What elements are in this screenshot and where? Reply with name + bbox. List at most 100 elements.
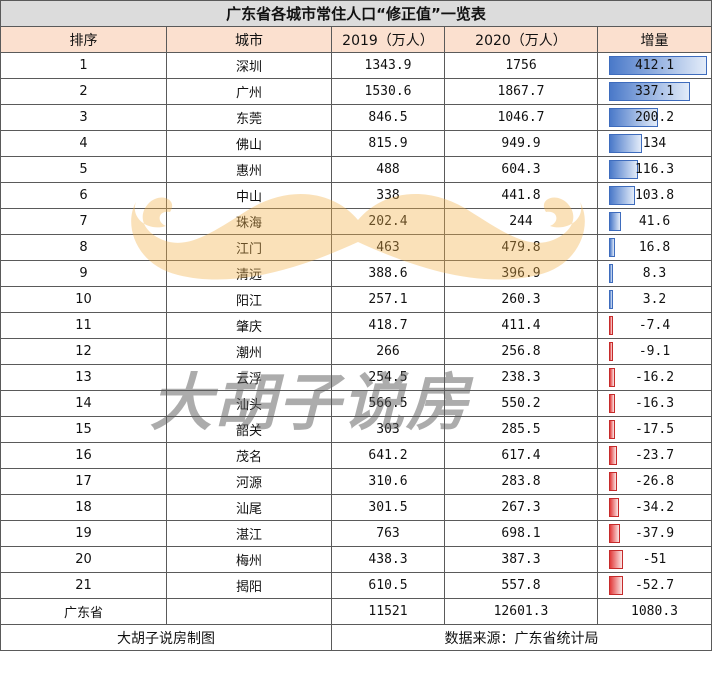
table-row: 14 汕头 566.5 550.2 -16.3 [0,390,712,417]
city-cell: 梅州 [166,546,332,573]
pop2020-cell: 1867.7 [444,78,598,105]
rank-cell: 11 [0,312,167,339]
table-row: 8 江门 463 479.8 16.8 [0,234,712,261]
population-table: 广东省各城市常住人口“修正值”一览表 排序 城市 2019（万人） 2020（万… [0,0,712,651]
pop2019-cell: 488 [331,156,445,183]
delta-value: -34.2 [634,500,675,515]
pop2020-cell: 267.3 [444,494,598,521]
pop2020-cell: 949.9 [444,130,598,157]
total-row: 广东省 11521 12601.3 1080.3 [0,598,712,625]
table-row: 18 汕尾 301.5 267.3 -34.2 [0,494,712,521]
pop2019-cell: 338 [331,182,445,209]
table-row: 15 韶关 303 285.5 -17.5 [0,416,712,443]
city-cell: 阳江 [166,286,332,313]
table-row: 21 揭阳 610.5 557.8 -52.7 [0,572,712,599]
table-row: 3 东莞 846.5 1046.7 200.2 [0,104,712,131]
delta-value: -7.4 [638,318,671,333]
rank-cell: 20 [0,546,167,573]
table-row: 16 茂名 641.2 617.4 -23.7 [0,442,712,469]
city-cell: 清远 [166,260,332,287]
footer-source: 数据来源：广东省统计局 [330,624,712,651]
rank-cell: 13 [0,364,167,391]
pop2019-cell: 388.6 [331,260,445,287]
footer-row: 大胡子说房制图 数据来源：广东省统计局 [0,624,712,651]
header-rank: 排序 [0,26,167,53]
city-cell: 东莞 [166,104,332,131]
rank-cell: 15 [0,416,167,443]
pop2020-cell: 285.5 [444,416,598,443]
delta-cell: 8.3 [596,260,712,287]
delta-cell: -52.7 [596,572,712,599]
city-cell: 佛山 [166,130,332,157]
delta-bar-negative [609,498,619,517]
table-row: 19 湛江 763 698.1 -37.9 [0,520,712,547]
pop2019-cell: 763 [331,520,445,547]
delta-cell: -17.5 [596,416,712,443]
delta-bar-positive [609,134,642,153]
pop2019-cell: 438.3 [331,546,445,573]
delta-value: 134 [642,136,667,151]
delta-value: -9.1 [638,344,671,359]
delta-cell: -34.2 [596,494,712,521]
delta-value: -37.9 [634,526,675,541]
delta-bar-negative [609,420,615,439]
pop2019-cell: 266 [331,338,445,365]
table-row: 2 广州 1530.6 1867.7 337.1 [0,78,712,105]
delta-bar-positive [609,212,621,231]
pop2019-cell: 254.5 [331,364,445,391]
delta-value: 16.8 [638,240,671,255]
header-row: 排序 城市 2019（万人） 2020（万人） 增量 [0,26,712,53]
pop2020-cell: 557.8 [444,572,598,599]
city-cell: 中山 [166,182,332,209]
city-cell: 汕尾 [166,494,332,521]
delta-cell: -23.7 [596,442,712,469]
delta-value: -23.7 [634,448,675,463]
delta-value: 337.1 [634,84,675,99]
delta-bar-negative [609,446,617,465]
city-cell: 揭阳 [166,572,332,599]
rank-cell: 19 [0,520,167,547]
rank-cell: 21 [0,572,167,599]
pop2020-cell: 244 [444,208,598,235]
delta-bar-positive [609,160,638,179]
pop2020-cell: 411.4 [444,312,598,339]
pop2019-cell: 1530.6 [331,78,445,105]
pop2019-cell: 418.7 [331,312,445,339]
pop2019-cell: 310.6 [331,468,445,495]
table-row: 20 梅州 438.3 387.3 -51 [0,546,712,573]
rank-cell: 6 [0,182,167,209]
city-cell: 汕头 [166,390,332,417]
rank-cell: 16 [0,442,167,469]
pop2020-cell: 396.9 [444,260,598,287]
table-row: 5 惠州 488 604.3 116.3 [0,156,712,183]
city-cell: 深圳 [166,52,332,79]
rank-cell: 7 [0,208,167,235]
delta-value: -26.8 [634,474,675,489]
delta-bar-negative [609,368,615,387]
rank-cell: 12 [0,338,167,365]
table-row: 4 佛山 815.9 949.9 134 [0,130,712,157]
delta-bar-positive [609,264,613,283]
city-cell: 广州 [166,78,332,105]
table-body: 1 深圳 1343.9 1756 412.1 2 广州 1530.6 1867.7 337.1 3 东… [0,52,712,599]
city-cell: 湛江 [166,520,332,547]
delta-bar-negative [609,524,620,543]
delta-value: -16.2 [634,370,675,385]
delta-bar-negative [609,472,617,491]
delta-bar-negative [609,576,623,595]
table-row: 6 中山 338 441.8 103.8 [0,182,712,209]
pop2019-cell: 641.2 [331,442,445,469]
delta-value: 116.3 [634,162,675,177]
delta-bar-positive [609,238,615,257]
delta-cell: -16.2 [596,364,712,391]
city-cell: 江门 [166,234,332,261]
total-label: 广东省 [0,598,167,625]
total-pop2020: 12601.3 [444,598,598,625]
rank-cell: 10 [0,286,167,313]
delta-cell: -16.3 [596,390,712,417]
pop2020-cell: 260.3 [444,286,598,313]
pop2019-cell: 202.4 [331,208,445,235]
delta-value: -16.3 [634,396,675,411]
rank-cell: 3 [0,104,167,131]
city-cell: 珠海 [166,208,332,235]
